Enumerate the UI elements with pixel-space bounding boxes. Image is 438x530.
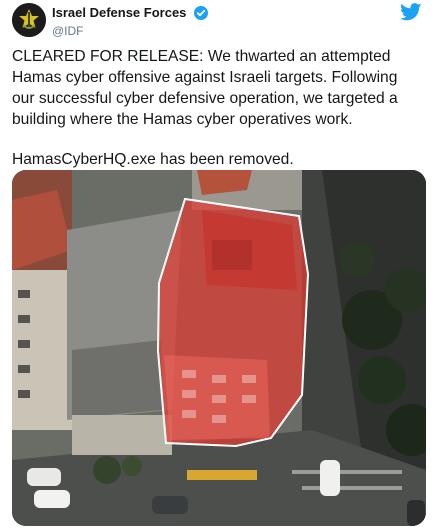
tweet-card: Israel Defense Forces @IDF CLEARED FOR R… [0,0,438,530]
tweet-media-aerial-photo[interactable] [12,170,426,526]
twitter-bird-icon[interactable] [400,3,422,21]
tweet-paragraph: CLEARED FOR RELEASE: We thwarted an atte… [12,48,398,128]
tweet-body: CLEARED FOR RELEASE: We thwarted an atte… [12,46,422,170]
display-name[interactable]: Israel Defense Forces [52,5,186,20]
verified-badge-icon [193,5,208,20]
tweet-paragraph: HamasCyberHQ.exe has been removed. [12,151,294,168]
account-handle[interactable]: @IDF [52,24,208,38]
tweet-header: Israel Defense Forces @IDF [12,3,426,38]
idf-emblem-icon[interactable] [12,3,46,37]
account-names: Israel Defense Forces @IDF [52,4,208,38]
